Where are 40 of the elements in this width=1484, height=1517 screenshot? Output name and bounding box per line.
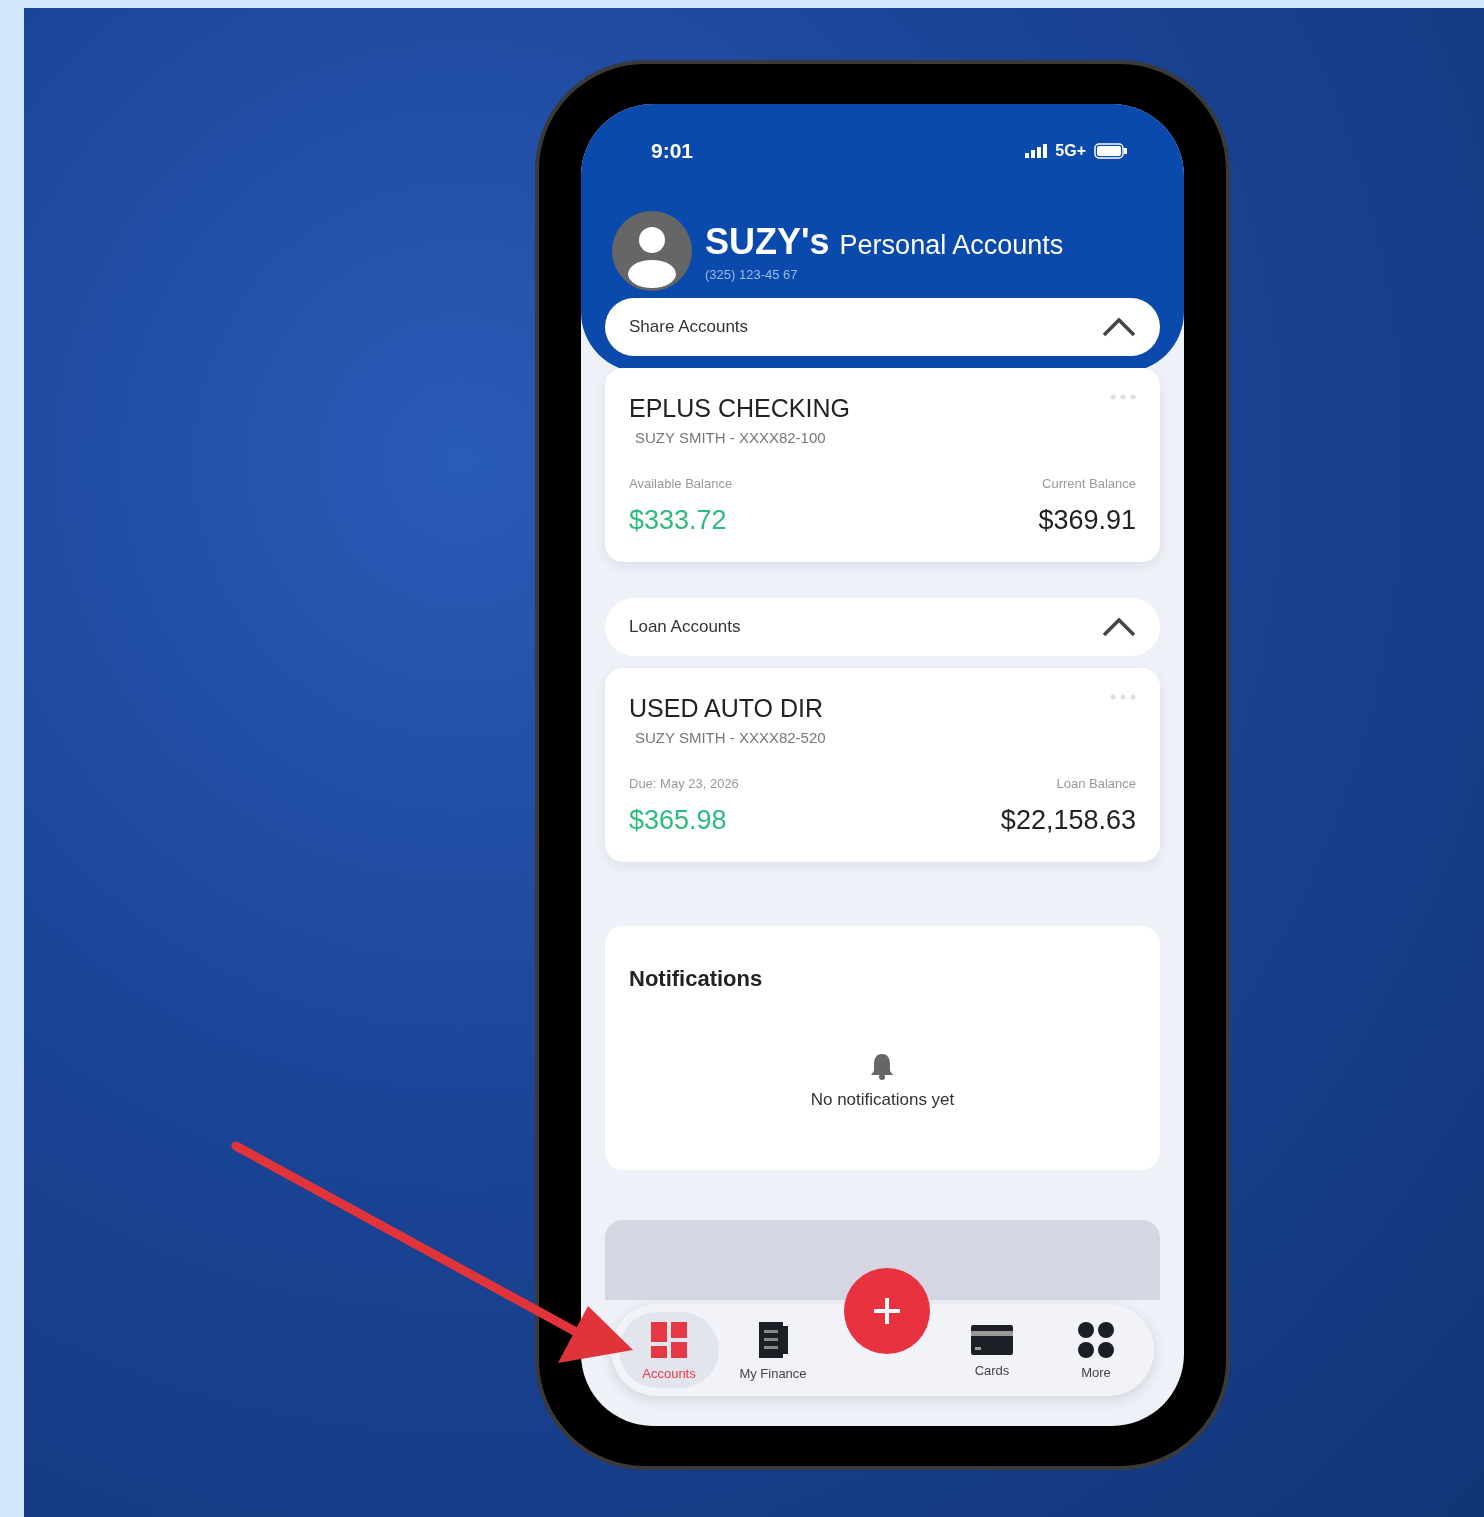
section-title: Loan Accounts	[629, 617, 741, 637]
nav-tab[interactable]: My Finance	[723, 1312, 823, 1388]
bell-icon	[869, 1052, 896, 1080]
dashboard-icon	[649, 1319, 689, 1360]
account-owner: SUZY SMITH - XXXX82-520	[635, 729, 827, 746]
network-label: 5G+	[1055, 142, 1086, 160]
account-card[interactable]: USED AUTO DIR SUZY SMITH - XXXX82-520 Due: May 23, 2026 $365.98 Loan Balance $22,158.63	[605, 668, 1160, 862]
battery-icon	[1094, 143, 1128, 159]
more-icon	[1077, 1320, 1115, 1359]
chevron-up-icon	[1102, 317, 1136, 337]
status-time: 9:01	[651, 139, 694, 163]
more-options-icon[interactable]	[1110, 394, 1136, 400]
section-header[interactable]: Share Accounts	[605, 298, 1160, 356]
notifications-title: Notifications	[629, 966, 763, 992]
balance-label: Loan Balance	[1056, 776, 1136, 791]
nav-tab[interactable]: Cards	[942, 1312, 1042, 1388]
account-name: USED AUTO DIR	[629, 694, 824, 723]
balance-label: Current Balance	[1042, 476, 1136, 491]
balance-amount: $369.91	[1038, 505, 1136, 536]
balance-label: Available Balance	[629, 476, 733, 491]
balance-amount: $333.72	[629, 505, 727, 536]
account-holder-name: SUZY's	[705, 220, 830, 263]
chevron-up-icon	[1102, 617, 1136, 637]
more-options-icon[interactable]	[1110, 694, 1136, 700]
balance-label: Due: May 23, 2026	[629, 776, 739, 791]
signal-icon	[1025, 144, 1048, 158]
balance-amount: $365.98	[629, 805, 727, 836]
nav-tab[interactable]: More	[1046, 1312, 1146, 1388]
plus-icon	[872, 1296, 902, 1326]
page-title: Personal Accounts	[839, 229, 1064, 261]
empty-notifications-text: No notifications yet	[810, 1090, 955, 1110]
credit-card-icon	[970, 1322, 1014, 1357]
account-owner: SUZY SMITH - XXXX82-100	[635, 429, 827, 446]
avatar-icon	[611, 210, 693, 292]
section-title: Share Accounts	[629, 317, 749, 337]
section-header[interactable]: Loan Accounts	[605, 598, 1160, 656]
account-card[interactable]: EPLUS CHECKING SUZY SMITH - XXXX82-100 Available Balance $333.72 Current Balance $369.91	[605, 368, 1160, 562]
phone-number: (325) 123-45 67	[705, 266, 799, 282]
account-name: EPLUS CHECKING	[629, 394, 850, 423]
balance-amount: $22,158.63	[1000, 805, 1136, 836]
